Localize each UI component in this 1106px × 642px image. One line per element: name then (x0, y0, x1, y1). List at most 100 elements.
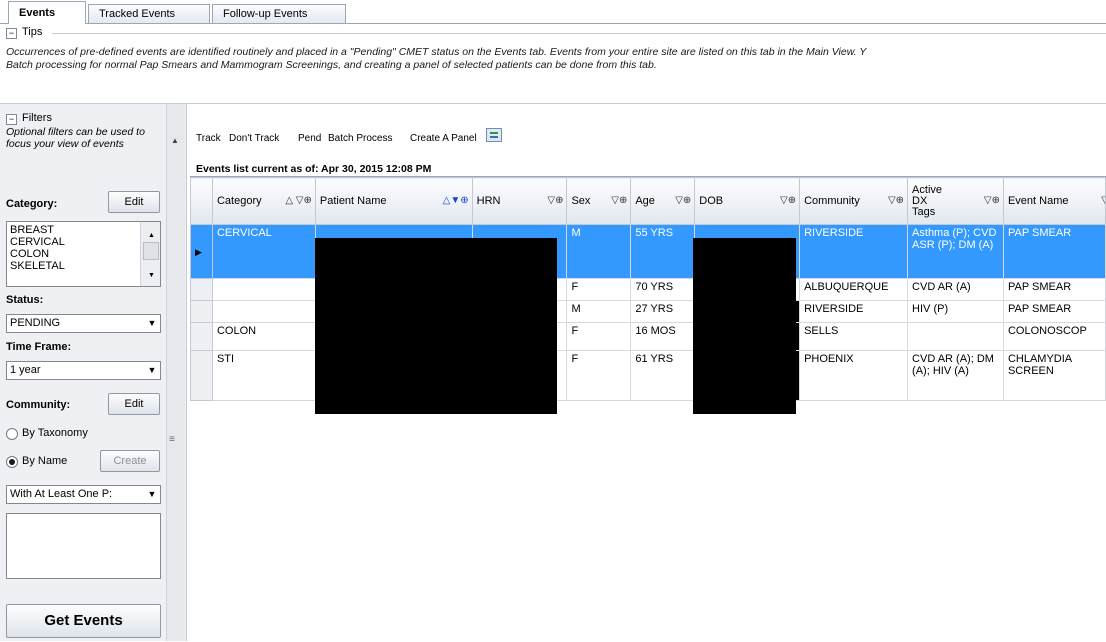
cell-event-name: PAP SMEAR (1002, 224, 1106, 279)
batch-process-button[interactable]: Batch Process (328, 133, 392, 144)
col-hrn[interactable]: HRN ▽⊕ (471, 177, 568, 225)
category-listbox[interactable]: BREAST CERVICAL COLON SKELETAL ▲ ▼ (6, 221, 161, 287)
cell-event-name: COLONOSCOP (1002, 322, 1106, 351)
list-item[interactable]: SKELETAL (7, 260, 160, 272)
tips-rule (52, 33, 1106, 34)
cell-category: COLON (211, 322, 316, 351)
cell-community: PHOENIX (799, 350, 909, 401)
cell-sex: F (566, 350, 632, 401)
create-panel-button[interactable]: Create A Panel (410, 133, 477, 144)
col-active-dx-label: Active DX Tags (912, 183, 943, 218)
cell-dx-tags (907, 322, 1004, 351)
cell-age: 61 YRS (630, 350, 696, 401)
col-age[interactable]: Age ▽⊕ (630, 177, 696, 225)
filters-hint: Optional filters can be used to focus yo… (6, 126, 145, 150)
community-label: Community: (6, 399, 71, 411)
chevron-down-icon[interactable]: ▼ (146, 488, 158, 500)
events-grid: Category △ ▽⊕ Patient Name △▼⊕ HRN ▽⊕ Sex ▽⊕… (190, 176, 1106, 642)
list-item[interactable]: CERVICAL (7, 236, 160, 248)
cell-dx-tags: Asthma (P); CVD ASR (P); DM (A) (907, 224, 1004, 279)
col-community[interactable]: Community ▽⊕ (799, 177, 909, 225)
pend-button[interactable]: Pend (298, 133, 321, 144)
col-sex[interactable]: Sex ▽⊕ (566, 177, 632, 225)
col-dob[interactable]: DOB ▽⊕ (694, 177, 801, 225)
filter-icon[interactable]: ▽⊕ (984, 195, 1000, 206)
patient-filter-select[interactable]: With At Least One P: ▼ (6, 485, 161, 504)
scroll-up-icon[interactable]: ▲ (171, 136, 179, 145)
filter-icon[interactable]: ▽⊕ (675, 195, 691, 206)
list-scroll-down-icon[interactable]: ▼ (145, 270, 155, 282)
patient-filter-value: With At Least One P: (10, 488, 113, 500)
filter-active-icon[interactable]: △▼⊕ (443, 195, 469, 206)
col-community-label: Community (804, 195, 860, 207)
cell-event-name: PAP SMEAR (1002, 300, 1106, 323)
filters-scrollbar[interactable]: ▲ ≡ (166, 104, 185, 641)
create-button[interactable]: Create (100, 450, 160, 472)
cell-community: ALBUQUERQUE (799, 278, 909, 301)
category-edit-button[interactable]: Edit (108, 191, 160, 213)
by-name-radio[interactable] (6, 456, 18, 468)
filters-collapse-icon[interactable]: − (6, 114, 17, 125)
cell-category: CERVICAL (211, 224, 316, 279)
tab-bar: Events Tracked Events Follow-up Events (0, 0, 1106, 24)
category-label: Category: (6, 198, 58, 210)
cell-age: 27 YRS (630, 300, 696, 323)
timeframe-select[interactable]: 1 year ▼ (6, 361, 161, 380)
row-header[interactable] (190, 350, 213, 401)
track-button[interactable]: Track (196, 133, 221, 144)
by-taxonomy-label[interactable]: By Taxonomy (22, 427, 88, 439)
row-header[interactable] (190, 278, 213, 301)
row-selected-icon[interactable]: ▶ (190, 224, 213, 279)
cell-community: RIVERSIDE (799, 224, 909, 279)
community-edit-button[interactable]: Edit (108, 393, 160, 415)
cell-community: SELLS (799, 322, 909, 351)
filter-icon[interactable]: ▽⊕ (888, 195, 904, 206)
export-icon[interactable] (486, 128, 502, 142)
row-header[interactable] (190, 322, 213, 351)
col-patient-name[interactable]: Patient Name △▼⊕ (314, 177, 473, 225)
chevron-down-icon[interactable]: ▼ (146, 317, 158, 329)
category-list-scrollbar[interactable]: ▲ ▼ (140, 222, 160, 286)
status-select[interactable]: PENDING ▼ (6, 314, 161, 333)
col-active-dx-tags[interactable]: Active DX Tags ▽⊕ (907, 177, 1004, 225)
col-event-name-label: Event Name (1007, 195, 1069, 207)
dont-track-button[interactable]: Don't Track (229, 133, 279, 144)
tips-line-2: Batch processing for normal Pap Smears a… (6, 59, 657, 71)
list-scroll-thumb[interactable] (143, 242, 159, 260)
cell-event-name: CHLAMYDIA SCREEN (1002, 350, 1106, 401)
col-patient-name-label: Patient Name (319, 195, 387, 207)
sort-filter-icon[interactable]: △ ▽⊕ (285, 195, 312, 206)
timeframe-label: Time Frame: (6, 341, 72, 353)
events-toolbar: Track Don't Track Pend Batch Process Cre… (187, 122, 1106, 162)
filter-icon[interactable]: ▽⊕ (611, 195, 627, 206)
list-scroll-up-icon[interactable]: ▲ (145, 230, 155, 242)
redaction-block-dob (693, 238, 796, 414)
filter-icon[interactable]: ▽⊕ (780, 195, 796, 206)
scroll-grip-icon[interactable]: ≡ (169, 434, 175, 445)
list-item[interactable]: BREAST (7, 224, 160, 236)
tab-events[interactable]: Events (8, 1, 86, 24)
cell-event-name: PAP SMEAR (1002, 278, 1106, 301)
cell-category (211, 300, 316, 323)
row-header-corner (190, 177, 213, 225)
col-event-name[interactable]: Event Name ▽ (1002, 177, 1106, 225)
status-value: PENDING (10, 317, 61, 329)
get-events-button[interactable]: Get Events (6, 604, 161, 638)
timeframe-value: 1 year (10, 364, 41, 376)
community-names-box[interactable] (6, 513, 161, 579)
cell-category (211, 278, 316, 301)
tab-tracked-events[interactable]: Tracked Events (88, 4, 210, 23)
row-header[interactable] (190, 300, 213, 323)
col-category[interactable]: Category △ ▽⊕ (211, 177, 316, 225)
cell-sex: M (566, 300, 632, 323)
filter-icon[interactable]: ▽⊕ (547, 195, 563, 206)
cell-age: 55 YRS (630, 224, 696, 279)
filter-icon[interactable]: ▽ (1101, 195, 1104, 206)
by-taxonomy-radio[interactable] (6, 428, 18, 440)
col-category-label: Category (216, 195, 262, 207)
list-item[interactable]: COLON (7, 248, 160, 260)
by-name-label[interactable]: By Name (22, 455, 67, 467)
tips-collapse-icon[interactable]: − (6, 28, 17, 39)
tab-follow-up-events[interactable]: Follow-up Events (212, 4, 346, 23)
chevron-down-icon[interactable]: ▼ (146, 364, 158, 376)
